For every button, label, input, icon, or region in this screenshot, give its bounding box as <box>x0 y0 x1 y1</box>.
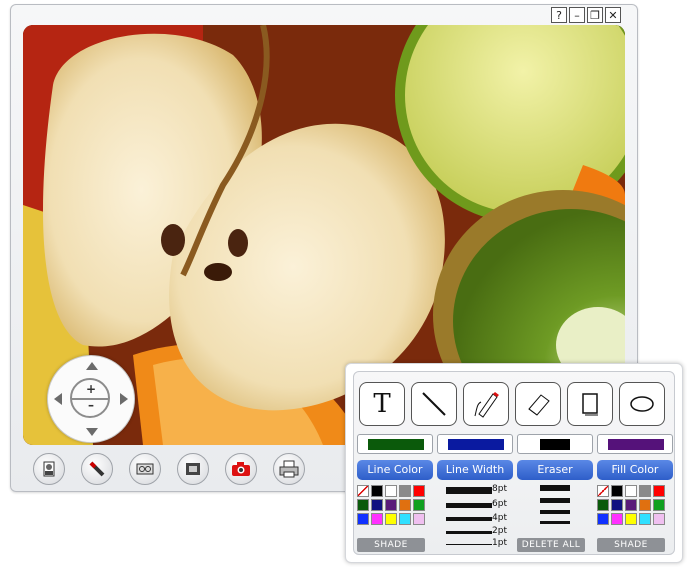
eraser-icon <box>528 394 550 416</box>
color-swatch[interactable] <box>385 485 397 497</box>
tape-button[interactable] <box>129 453 161 485</box>
ptz-control-pad: + – <box>47 355 135 443</box>
film-button[interactable] <box>177 453 209 485</box>
line-width-label: 6pt <box>492 499 507 509</box>
delete-all-button[interactable]: DELETE ALL <box>517 538 585 552</box>
ellipse-icon <box>630 396 654 412</box>
color-swatch[interactable] <box>639 513 651 525</box>
pencil-icon <box>474 392 499 418</box>
color-swatch[interactable] <box>371 513 383 525</box>
eraser-swatch[interactable] <box>517 434 593 454</box>
color-swatch[interactable] <box>385 513 397 525</box>
line-width-sample <box>446 517 492 521</box>
rectangle-icon <box>582 393 598 416</box>
color-swatch[interactable] <box>653 513 665 525</box>
tape-icon <box>136 463 154 475</box>
eraser-size-option[interactable] <box>540 521 570 524</box>
fill-color-value <box>608 439 664 450</box>
fill-color-grid <box>597 485 665 525</box>
color-swatch[interactable] <box>653 499 665 511</box>
line-width-sample <box>446 543 492 545</box>
drawing-tools-palette: T Line Color Line Width Eraser Fill Colo… <box>345 363 683 563</box>
color-swatch[interactable] <box>371 485 383 497</box>
line-color-value <box>368 439 424 450</box>
line-width-swatch[interactable] <box>437 434 513 454</box>
color-swatch[interactable] <box>399 513 411 525</box>
color-swatch[interactable] <box>625 499 637 511</box>
line-width-sample <box>446 502 492 508</box>
snapshot-button[interactable] <box>225 453 257 485</box>
color-swatch[interactable] <box>385 499 397 511</box>
print-button[interactable] <box>273 453 305 485</box>
maximize-button[interactable]: ❐ <box>587 7 603 23</box>
user-icon <box>43 461 55 477</box>
color-swatch[interactable] <box>611 499 623 511</box>
color-swatch[interactable] <box>597 513 609 525</box>
line-width-value <box>448 439 504 450</box>
help-button[interactable]: ? <box>551 7 567 23</box>
eraser-button[interactable]: Eraser <box>517 460 593 480</box>
color-swatch[interactable] <box>399 485 411 497</box>
color-swatch[interactable] <box>413 513 425 525</box>
color-swatch[interactable] <box>625 513 637 525</box>
color-swatch[interactable] <box>371 499 383 511</box>
color-swatch[interactable] <box>597 485 609 497</box>
color-swatch[interactable] <box>357 485 369 497</box>
color-swatch[interactable] <box>639 485 651 497</box>
pan-up-arrow[interactable] <box>86 362 98 370</box>
palette-body: T Line Color Line Width Eraser Fill Colo… <box>353 371 675 555</box>
color-swatch[interactable] <box>653 485 665 497</box>
pan-down-arrow[interactable] <box>86 428 98 436</box>
close-button[interactable]: ✕ <box>605 7 621 23</box>
color-swatch[interactable] <box>413 485 425 497</box>
viewer-toolbar <box>33 453 305 485</box>
color-swatch[interactable] <box>639 499 651 511</box>
ellipse-tool[interactable] <box>619 382 665 426</box>
color-swatch[interactable] <box>611 485 623 497</box>
minimize-button[interactable]: – <box>569 7 585 23</box>
fill-shade-button[interactable]: SHADE <box>597 538 665 552</box>
color-swatch[interactable] <box>611 513 623 525</box>
line-width-sample <box>446 486 492 494</box>
color-swatch[interactable] <box>413 499 425 511</box>
line-color-swatch[interactable] <box>357 434 433 454</box>
line-tool[interactable] <box>411 382 457 426</box>
line-width-label: 8pt <box>492 484 507 494</box>
color-swatch[interactable] <box>597 499 609 511</box>
eraser-size-option[interactable] <box>540 510 570 514</box>
line-icon <box>422 392 446 416</box>
rectangle-tool[interactable] <box>567 382 613 426</box>
pen-icon <box>89 461 105 477</box>
color-swatch[interactable] <box>399 499 411 511</box>
eraser-tool[interactable] <box>515 382 561 426</box>
eraser-value <box>540 439 570 450</box>
text-tool-glyph: T <box>373 389 391 419</box>
fill-color-swatch[interactable] <box>597 434 673 454</box>
color-swatch[interactable] <box>357 499 369 511</box>
line-width-label: 1pt <box>492 538 507 548</box>
printer-icon <box>279 460 299 478</box>
color-swatch[interactable] <box>625 485 637 497</box>
line-shade-button[interactable]: SHADE <box>357 538 425 552</box>
pen-tool[interactable] <box>463 382 509 426</box>
user-button[interactable] <box>33 453 65 485</box>
line-color-grid <box>357 485 425 525</box>
line-width-label: 4pt <box>492 513 507 523</box>
color-swatch[interactable] <box>357 513 369 525</box>
line-width-button[interactable]: Line Width <box>437 460 513 480</box>
eraser-size-option[interactable] <box>540 498 570 503</box>
eraser-size-option[interactable] <box>540 485 570 491</box>
fill-color-button[interactable]: Fill Color <box>597 460 673 480</box>
film-icon <box>186 463 200 475</box>
zoom-in-button[interactable]: + <box>48 382 134 396</box>
line-color-button[interactable]: Line Color <box>357 460 433 480</box>
zoom-out-button[interactable]: – <box>48 398 134 412</box>
line-width-sample <box>446 530 492 534</box>
camera-icon <box>232 462 250 476</box>
window-controls: ? – ❐ ✕ <box>551 7 621 23</box>
pen-button[interactable] <box>81 453 113 485</box>
line-width-label: 2pt <box>492 526 507 536</box>
text-tool[interactable]: T <box>359 382 405 426</box>
